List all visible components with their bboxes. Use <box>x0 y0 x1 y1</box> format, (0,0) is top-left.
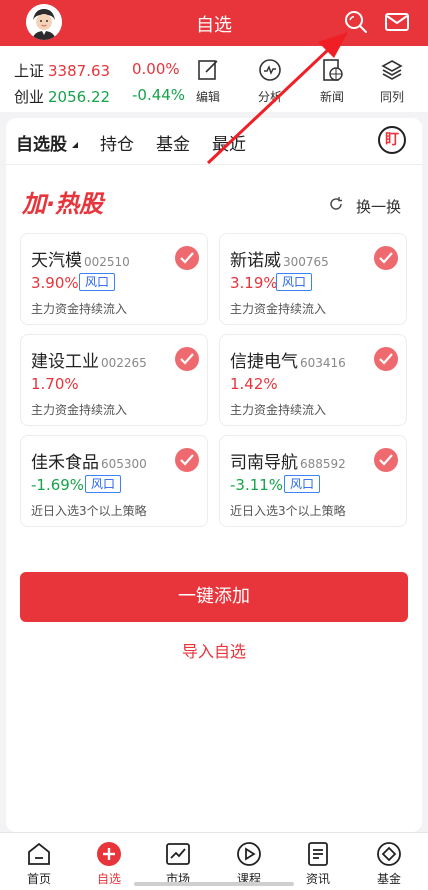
stock-change: -3.11% <box>230 476 284 494</box>
swap-label: 换一换 <box>356 198 402 216</box>
analysis-icon <box>259 59 281 81</box>
stock-name: 佳禾食品 <box>31 453 99 473</box>
stock-card[interactable]: 司南导航 688592 -3.11% 风口 近日入选3个以上策略 <box>219 435 407 527</box>
play-icon <box>237 842 261 866</box>
trend-badge: 风口 <box>79 273 116 291</box>
stock-change: 3.19% <box>230 274 278 292</box>
market-index-strip: 上证 3387.63 0.00% 创业 2056.22 -0.44% 编辑 分析 新… <box>0 46 428 112</box>
stock-code: 002265 <box>101 356 147 370</box>
stock-reason: 近日入选3个以上策略 <box>31 504 147 518</box>
check-icon[interactable] <box>374 347 398 371</box>
ding-button[interactable]: 盯 <box>378 126 406 154</box>
home-indicator <box>134 882 294 886</box>
trend-badge: 风口 <box>284 475 321 493</box>
index-value: 3387.63 <box>48 62 111 80</box>
nav-home[interactable]: 首页 <box>11 841 67 887</box>
nav-funds[interactable]: 基金 <box>361 841 417 887</box>
search-icon[interactable] <box>342 8 370 36</box>
analysis-label: 分析 <box>257 90 282 104</box>
stock-name: 信捷电气 <box>230 352 298 372</box>
index-change: -0.44% <box>132 86 186 104</box>
watchlist-panel: 自选股 持仓 基金 最近 盯 加·热股 换一换 天汽模 002510 3.90% … <box>6 118 422 832</box>
check-icon[interactable] <box>175 347 199 371</box>
trend-badge: 风口 <box>276 273 313 291</box>
stock-reason: 主力资金持续流入 <box>230 302 327 316</box>
nav-market[interactable]: 市场 <box>150 841 206 887</box>
nav-label: 基金 <box>376 872 401 886</box>
nav-watchlist[interactable]: 自选 <box>81 841 137 887</box>
check-icon[interactable] <box>175 448 199 472</box>
divider <box>6 164 422 165</box>
nav-courses[interactable]: 课程 <box>221 841 277 887</box>
stock-reason: 近日入选3个以上策略 <box>230 504 346 518</box>
stock-code: 002510 <box>84 255 130 269</box>
analysis-button[interactable]: 分析 <box>250 58 290 105</box>
stock-change: 1.70% <box>31 375 79 393</box>
tab-recent[interactable]: 最近 <box>212 130 246 155</box>
index-row-shanghai[interactable]: 上证 3387.63 0.00% <box>14 60 180 81</box>
watchlist-tabs: 自选股 持仓 基金 最近 盯 <box>6 118 422 164</box>
top-header: 自选 <box>0 0 428 46</box>
stock-card[interactable]: 新诺威 300765 3.19% 风口 主力资金持续流入 <box>219 233 407 325</box>
stock-name: 建设工业 <box>31 352 99 372</box>
stock-card[interactable]: 天汽模 002510 3.90% 风口 主力资金持续流入 <box>20 233 208 325</box>
index-change: 0.00% <box>132 60 180 78</box>
caret-down-icon[interactable] <box>72 142 78 148</box>
stock-change: 1.42% <box>230 375 278 393</box>
stock-change: -1.69% <box>31 476 85 494</box>
tab-watchlist-stocks[interactable]: 自选股 <box>16 130 67 155</box>
stock-reason: 主力资金持续流入 <box>31 302 128 316</box>
tab-funds[interactable]: 基金 <box>156 130 190 155</box>
import-watchlist-link[interactable]: 导入自选 <box>6 638 422 662</box>
edit-label: 编辑 <box>195 90 220 104</box>
nav-label: 资讯 <box>305 872 330 886</box>
add-all-button[interactable]: 一键添加 <box>20 572 408 622</box>
stock-reason: 主力资金持续流入 <box>230 403 327 417</box>
stock-code: 300765 <box>283 255 329 269</box>
news-icon <box>323 59 343 81</box>
stock-card[interactable]: 佳禾食品 605300 -1.69% 风口 近日入选3个以上策略 <box>20 435 208 527</box>
fund-icon <box>377 842 401 866</box>
plus-circle-icon <box>97 842 121 866</box>
stock-card[interactable]: 建设工业 002265 1.70% 主力资金持续流入 <box>20 334 208 426</box>
document-icon <box>308 842 328 866</box>
index-row-chinext[interactable]: 创业 2056.22 -0.44% <box>14 86 185 107</box>
edit-icon <box>198 60 218 80</box>
nav-label: 自选 <box>96 872 121 886</box>
stock-name: 司南导航 <box>230 453 298 473</box>
chart-icon <box>166 843 190 865</box>
stock-change: 3.90% <box>31 274 79 292</box>
peer-icon <box>381 60 403 80</box>
news-button[interactable]: 新闻 <box>312 58 352 105</box>
stock-code: 688592 <box>300 457 346 471</box>
peer-label: 同列 <box>379 90 404 104</box>
stock-name: 新诺威 <box>230 251 281 271</box>
index-value: 2056.22 <box>48 88 111 106</box>
stock-name: 天汽模 <box>31 251 82 271</box>
stock-card[interactable]: 信捷电气 603416 1.42% 主力资金持续流入 <box>219 334 407 426</box>
nav-label: 首页 <box>26 872 51 886</box>
edit-button[interactable]: 编辑 <box>188 58 228 105</box>
news-label: 新闻 <box>319 90 344 104</box>
trend-badge: 风口 <box>85 475 122 493</box>
check-icon[interactable] <box>374 448 398 472</box>
peer-button[interactable]: 同列 <box>372 58 412 105</box>
tab-holdings[interactable]: 持仓 <box>100 130 134 155</box>
stock-reason: 主力资金持续流入 <box>31 403 128 417</box>
refresh-icon <box>330 197 342 210</box>
check-icon[interactable] <box>175 246 199 270</box>
hot-stocks-title: 加·热股 <box>22 190 104 218</box>
stock-code: 605300 <box>101 457 147 471</box>
home-icon <box>28 842 50 865</box>
mail-icon[interactable] <box>383 8 411 36</box>
check-icon[interactable] <box>374 246 398 270</box>
stock-code: 603416 <box>300 356 346 370</box>
nav-news[interactable]: 资讯 <box>290 841 346 887</box>
